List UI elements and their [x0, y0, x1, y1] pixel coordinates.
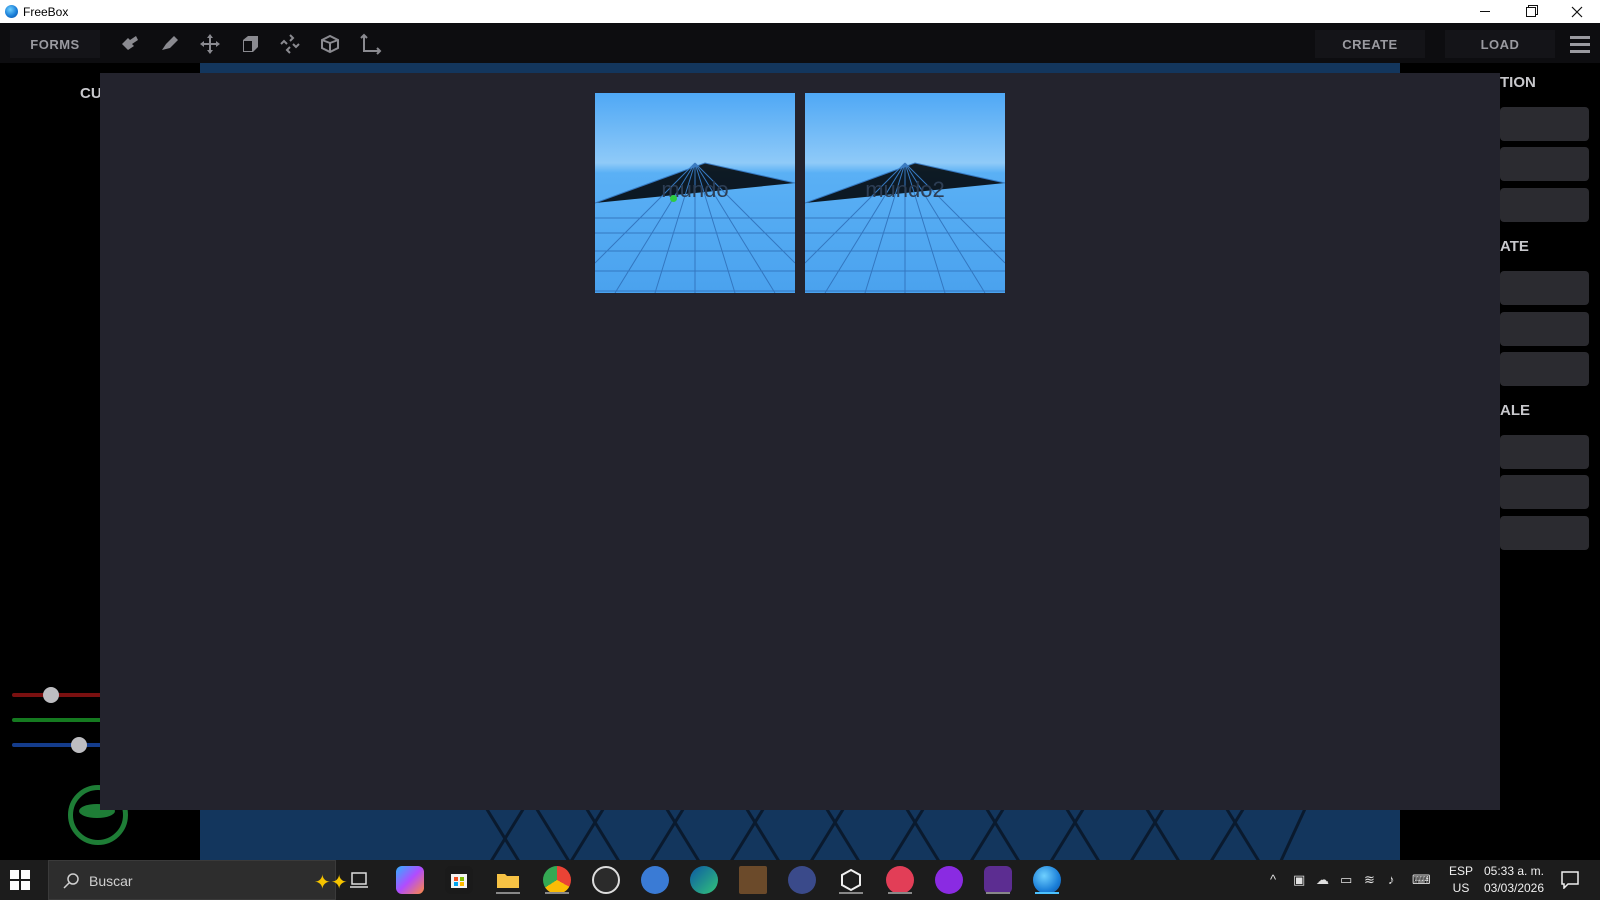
discord-icon[interactable]	[886, 866, 914, 894]
clock-date: 03/03/2026	[1483, 881, 1545, 895]
visual-studio-icon[interactable]	[984, 866, 1012, 894]
battery-tray-icon[interactable]: ▭	[1340, 872, 1352, 888]
camera-tray-icon[interactable]: ▣	[1293, 872, 1305, 888]
unity-hub-icon[interactable]	[837, 866, 865, 894]
chrome-icon[interactable]	[543, 866, 571, 894]
input-language-indicator[interactable]: ESP US	[1448, 863, 1474, 897]
steam-icon[interactable]	[788, 866, 816, 894]
scale-z-field[interactable]	[1500, 516, 1589, 550]
freebox-app-icon	[5, 5, 18, 18]
freebox-taskbar-icon[interactable]	[1033, 866, 1061, 894]
load-button[interactable]: LOAD	[1445, 30, 1555, 58]
taskbar-search-box[interactable]: Buscar ✦✦	[48, 860, 348, 900]
hamburger-menu-icon[interactable]	[1569, 33, 1591, 55]
system-clock[interactable]: 05:33 a. m. 03/03/2026	[1478, 863, 1550, 897]
rotate-x-field[interactable]	[1500, 271, 1589, 305]
task-view-icon[interactable]	[345, 866, 373, 894]
edge-browser-icon[interactable]	[690, 866, 718, 894]
left-panel-heading: CU	[80, 85, 102, 102]
blue-slider-knob[interactable]	[71, 737, 87, 753]
search-placeholder: Buscar	[89, 873, 133, 889]
podcast-app-icon[interactable]	[935, 866, 963, 894]
create-button[interactable]: CREATE	[1315, 30, 1425, 58]
select-tool-icon[interactable]	[118, 32, 142, 56]
paint-tool-icon[interactable]	[158, 32, 182, 56]
lang-region: US	[1452, 881, 1470, 895]
app-toolbar: FORMS CREATE LOAD	[0, 23, 1600, 63]
scale-x-field[interactable]	[1500, 435, 1589, 469]
volume-tray-icon[interactable]: ♪	[1388, 872, 1395, 887]
axis-tool-icon[interactable]	[358, 32, 382, 56]
minimize-button[interactable]	[1462, 0, 1508, 23]
windows-logo-icon	[10, 870, 30, 890]
file-explorer-icon[interactable]	[494, 866, 522, 894]
wifi-tray-icon[interactable]: ≋	[1364, 872, 1375, 888]
load-world-dialog: mundo mundo2	[100, 73, 1500, 810]
minecraft-icon[interactable]	[739, 866, 767, 894]
world-name-label: mundo	[661, 177, 729, 202]
scale-heading: ALE	[1500, 402, 1530, 419]
keyboard-tray-icon[interactable]: ⌨	[1412, 872, 1431, 888]
windows-taskbar: Buscar ✦✦ ^ ▣ ☁ ▭ ≋ ♪ ⌨ ESP US 05:33 a. …	[0, 860, 1600, 900]
media-player-icon[interactable]	[592, 866, 620, 894]
box-tool-icon[interactable]	[238, 32, 262, 56]
restore-button[interactable]	[1508, 0, 1554, 23]
search-icon	[63, 873, 79, 889]
green-slider[interactable]	[12, 718, 102, 722]
world-card-mundo2[interactable]: mundo2	[805, 93, 1005, 293]
cloud-tray-icon[interactable]: ☁	[1316, 872, 1329, 888]
position-z-field[interactable]	[1500, 188, 1589, 222]
rotate-heading: ATE	[1500, 238, 1529, 255]
title-bar: FreeBox	[0, 0, 1600, 23]
copilot-app-icon[interactable]	[396, 866, 424, 894]
red-slider-knob[interactable]	[43, 687, 59, 703]
world-card-mundo[interactable]: mundo	[595, 93, 795, 293]
copilot-sparkle-icon: ✦✦	[314, 872, 348, 894]
microsoft-store-icon[interactable]	[445, 866, 473, 894]
world-name-label: mundo2	[865, 177, 945, 202]
close-icon	[1571, 6, 1583, 17]
scale-tool-icon[interactable]	[318, 32, 342, 56]
move-tool-icon[interactable]	[198, 32, 222, 56]
position-x-field[interactable]	[1500, 107, 1589, 141]
position-heading: TION	[1500, 74, 1536, 91]
clock-time: 05:33 a. m.	[1483, 864, 1545, 878]
forms-button[interactable]: FORMS	[10, 30, 100, 58]
rotate-z-field[interactable]	[1500, 352, 1589, 386]
lang-code: ESP	[1448, 864, 1473, 878]
tray-overflow-icon[interactable]: ^	[1270, 872, 1276, 887]
rotate-y-field[interactable]	[1500, 312, 1589, 346]
window-title: FreeBox	[23, 5, 69, 19]
position-y-field[interactable]	[1500, 147, 1589, 181]
start-button[interactable]	[10, 870, 30, 890]
close-button[interactable]	[1554, 0, 1600, 23]
blue-slider[interactable]	[12, 743, 102, 747]
notification-center-icon[interactable]	[1560, 871, 1580, 890]
mouse-cursor	[670, 195, 677, 202]
paint-app-icon[interactable]	[641, 866, 669, 894]
rotate-tool-icon[interactable]	[278, 32, 302, 56]
scale-y-field[interactable]	[1500, 475, 1589, 509]
